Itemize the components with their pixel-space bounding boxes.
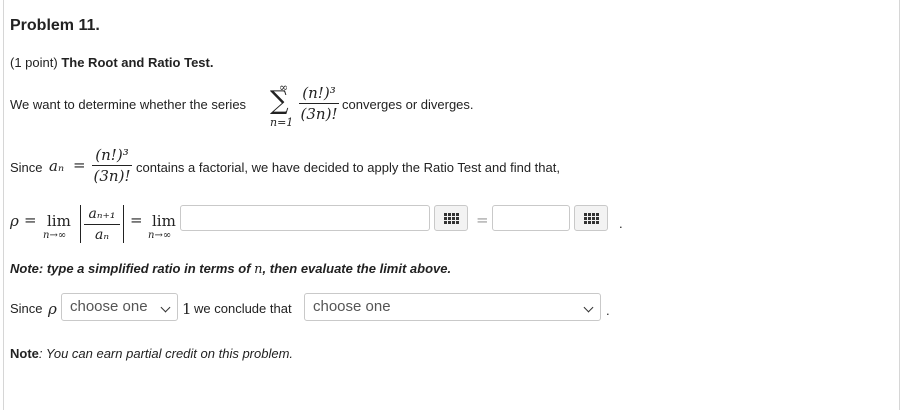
partial-credit-text: : You can earn partial credit on this pr… (38, 346, 294, 361)
equals-sign: = (476, 211, 489, 229)
simplify-note: Note: type a simplified ratio in terms o… (10, 261, 451, 277)
problem-points: (1 point) (10, 55, 58, 70)
ratio-input[interactable] (180, 205, 430, 231)
end-period: . (619, 216, 623, 231)
conclusion-middle: we conclude that (194, 301, 292, 316)
rho-symbol: ρ (48, 300, 57, 318)
since-an-lead: Since (10, 160, 43, 175)
an-fraction: (n!)³ (3n)! (92, 146, 132, 185)
partial-credit-note: Note: You can earn partial credit on thi… (10, 346, 293, 361)
limit-input[interactable] (492, 205, 570, 231)
equals-sign: = (73, 156, 86, 174)
series-lead: We want to determine whether the series (10, 97, 247, 112)
series-fraction-denominator: (3n)! (300, 105, 338, 123)
an-fraction-numerator: (n!)³ (95, 146, 129, 164)
simplify-note-text: , then evaluate the limit above. (262, 261, 452, 276)
series-tail: converges or diverges. (342, 97, 474, 112)
conclusion-select[interactable]: choose one (304, 293, 601, 321)
fraction-bar (92, 165, 132, 166)
comparison-select-value: choose one (70, 298, 148, 315)
rho-symbol: ρ (10, 212, 19, 230)
since-an-tail: contains a factorial, we have decided to… (136, 160, 560, 175)
partial-credit-label: Note (10, 346, 39, 361)
lim-label: lim (152, 212, 176, 230)
lim-subscript: n→∞ (148, 230, 172, 241)
grid-icon (443, 212, 459, 224)
an-fraction-denominator: (3n)! (93, 167, 131, 185)
a-n-symbol: aₙ (49, 157, 65, 175)
number-one: 1 (182, 300, 192, 318)
ratio-fraction-denominator: aₙ (94, 227, 110, 243)
ratio-fraction: aₙ₊₁ aₙ (84, 205, 120, 244)
equals-sign: = (130, 211, 143, 229)
variable-n: n (254, 262, 263, 277)
abs-bar-left (80, 205, 81, 243)
equation-editor-button[interactable] (574, 205, 608, 231)
conclusion-lead: Since (10, 301, 43, 316)
problem-title: Problem 11. (10, 17, 100, 34)
chevron-down-icon (160, 302, 171, 313)
conclusion-select-value: choose one (313, 298, 391, 315)
problem-heading: The Root and Ratio Test. (61, 55, 214, 70)
series-fraction-numerator: (n!)³ (302, 84, 336, 102)
equation-editor-button[interactable] (434, 205, 468, 231)
fraction-bar (84, 224, 120, 225)
simplify-note-text: Note: type a simplified ratio in terms o… (10, 261, 251, 276)
grid-icon (583, 212, 599, 224)
sum-lower-limit: n=1 (270, 116, 294, 129)
lim-subscript: n→∞ (43, 230, 67, 241)
abs-bar-right (123, 205, 124, 243)
sigma-symbol: ∑ (270, 86, 289, 116)
chevron-down-icon (583, 302, 594, 313)
lim-label: lim (47, 212, 71, 230)
comparison-select[interactable]: choose one (61, 293, 178, 321)
series-fraction: (n!)³ (3n)! (299, 84, 339, 123)
end-period: . (606, 303, 610, 318)
equals-sign: = (24, 211, 37, 229)
fraction-bar (299, 103, 339, 104)
problem-meta: (1 point) The Root and Ratio Test. (10, 55, 213, 70)
ratio-fraction-numerator: aₙ₊₁ (88, 206, 116, 222)
